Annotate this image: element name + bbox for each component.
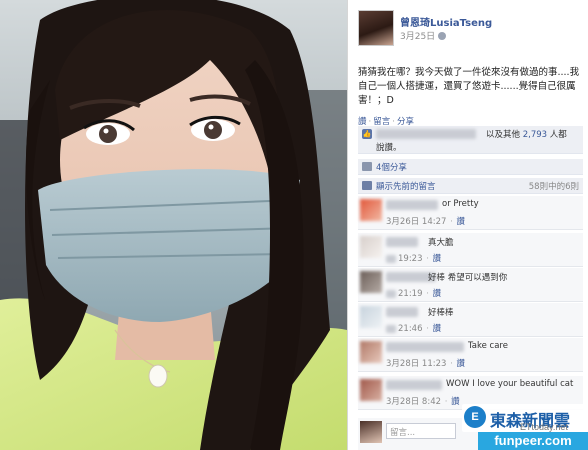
likes-suffix: 人都 bbox=[549, 130, 567, 140]
comment-like[interactable]: 讚 bbox=[433, 289, 442, 299]
meta-separator: · bbox=[442, 397, 451, 407]
comment-input[interactable]: 留言... bbox=[386, 423, 456, 439]
comment-like[interactable]: 讚 bbox=[457, 359, 466, 369]
shares-row[interactable]: 4個分享 bbox=[358, 159, 583, 175]
comment-date[interactable]: 3月28日 8:42 bbox=[386, 397, 441, 407]
comment-like[interactable]: 讚 bbox=[433, 324, 442, 334]
meta-separator: · bbox=[423, 324, 432, 334]
comment-like[interactable]: 讚 bbox=[457, 217, 466, 227]
thumbs-up-icon: 👍 bbox=[362, 129, 372, 139]
meta-separator: · bbox=[423, 254, 432, 264]
comment-meta: 19:23 · 讚 bbox=[386, 252, 441, 264]
commenter-avatar[interactable] bbox=[360, 341, 382, 363]
commenter-name[interactable] bbox=[386, 380, 442, 390]
funpeer-watermark: funpeer.com bbox=[478, 432, 588, 450]
author-avatar[interactable] bbox=[358, 10, 394, 46]
commenter-avatar[interactable] bbox=[360, 379, 382, 401]
likes-summary: 👍 以及其他 2,793 人都 說讚。 bbox=[358, 126, 583, 154]
blurred-badge bbox=[386, 254, 396, 263]
comment-date[interactable]: 21:19 bbox=[398, 289, 423, 299]
comment-date[interactable]: 3月28日 11:23 bbox=[386, 359, 446, 369]
comment-meta: 3月28日 11:23 · 讚 bbox=[386, 357, 465, 369]
meta-separator: · bbox=[447, 359, 456, 369]
post-body: 猜猜我在哪？我今天做了一件從來沒有做過的事....我自己一個人搭捷運，還買了悠遊… bbox=[358, 67, 580, 106]
comment-like[interactable]: 讚 bbox=[451, 397, 460, 407]
comment-text: 好棒棒 bbox=[428, 308, 454, 318]
comment-item: or Pretty 3月26日 14:27 · 讚 bbox=[358, 196, 583, 230]
likes-line-2: 說讚。 bbox=[376, 143, 402, 153]
comment-item: 好棒棒 21:46 · 讚 bbox=[358, 303, 583, 337]
shares-count[interactable]: 4個分享 bbox=[376, 161, 407, 173]
comment-date[interactable]: 19:23 bbox=[398, 254, 423, 264]
commenter-name[interactable] bbox=[386, 200, 438, 210]
comment-text: or Pretty bbox=[442, 199, 479, 209]
comment-text: WOW I love your beautiful cat bbox=[446, 379, 574, 389]
commenter-avatar[interactable] bbox=[360, 199, 382, 221]
show-previous-comments[interactable]: 顯示先前的留言 bbox=[376, 180, 436, 192]
comment-item: 真大膽 19:23 · 讚 bbox=[358, 233, 583, 267]
facebook-post-panel: 曾恩琦LusiaTseng 3月25日 猜猜我在哪？我今天做了一件從來沒有做過的… bbox=[347, 0, 588, 450]
blurred-names bbox=[376, 129, 476, 139]
comment-text: 真大膽 bbox=[428, 238, 454, 248]
share-icon bbox=[362, 162, 372, 171]
comment-item: 好棒 希望可以遇到你 21:19 · 讚 bbox=[358, 268, 583, 302]
comment-text: 好棒 希望可以遇到你 bbox=[428, 273, 508, 283]
likes-count[interactable]: 2,793 bbox=[523, 130, 547, 140]
comment-bubble-icon bbox=[362, 181, 372, 190]
selfie-illustration bbox=[0, 0, 347, 450]
comment-date[interactable]: 21:46 bbox=[398, 324, 423, 334]
post-header: 曾恩琦LusiaTseng 3月25日 bbox=[358, 10, 583, 50]
commenter-avatar[interactable] bbox=[360, 236, 382, 258]
comment-date[interactable]: 3月26日 14:27 bbox=[386, 217, 446, 227]
blurred-badge bbox=[386, 289, 396, 298]
commenter-name[interactable] bbox=[386, 342, 464, 352]
post-date[interactable]: 3月25日 bbox=[400, 29, 447, 42]
globe-icon bbox=[438, 32, 447, 40]
comment-like[interactable]: 讚 bbox=[433, 254, 442, 264]
commenter-name[interactable] bbox=[386, 237, 418, 247]
likes-text: 以及其他 2,793 人都 bbox=[486, 128, 567, 140]
comment-meta: 21:46 · 讚 bbox=[386, 322, 441, 334]
comment-meta: 21:19 · 讚 bbox=[386, 287, 441, 299]
blurred-badge bbox=[386, 324, 396, 333]
author-name[interactable]: 曾恩琦LusiaTseng bbox=[400, 14, 492, 29]
ettoday-logo-icon: E bbox=[464, 406, 486, 428]
comment-meta: 3月28日 8:42 · 讚 bbox=[386, 395, 460, 407]
likes-prefix: 以及其他 bbox=[486, 130, 521, 140]
comment-meta: 3月26日 14:27 · 讚 bbox=[386, 215, 465, 227]
commenter-avatar[interactable] bbox=[360, 271, 382, 293]
comment-text: Take care bbox=[468, 341, 508, 351]
ettoday-domain: ETtoday.net bbox=[520, 422, 568, 432]
selfie-photo bbox=[0, 0, 347, 450]
comment-item: Take care 3月28日 11:23 · 讚 bbox=[358, 338, 583, 372]
meta-separator: · bbox=[423, 289, 432, 299]
post-date-text[interactable]: 3月25日 bbox=[400, 32, 435, 42]
viewer-avatar bbox=[360, 421, 382, 443]
commenter-avatar[interactable] bbox=[360, 306, 382, 328]
previous-comments-row[interactable]: 顯示先前的留言 58則中的6則 bbox=[358, 178, 583, 194]
comments-count: 58則中的6則 bbox=[528, 182, 579, 192]
meta-separator: · bbox=[447, 217, 456, 227]
commenter-name[interactable] bbox=[386, 307, 418, 317]
